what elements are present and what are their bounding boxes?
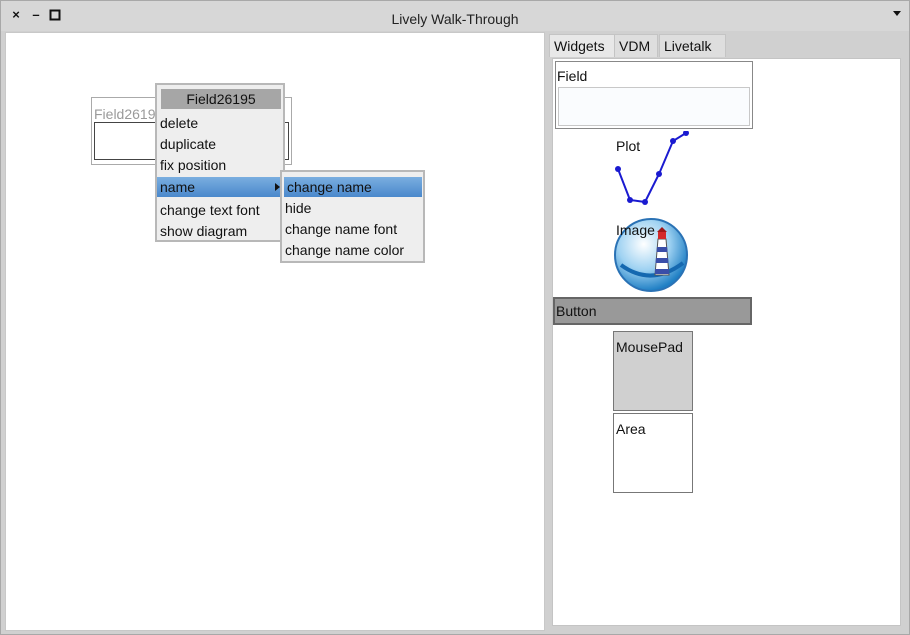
button-widget-label: Button — [556, 303, 597, 319]
menu-item-name[interactable]: name — [157, 177, 283, 197]
window-title: Lively Walk-Through — [391, 11, 519, 27]
field-widget[interactable]: Field — [555, 61, 753, 129]
plot-line-chart — [615, 131, 689, 205]
menu-item-hide[interactable]: hide — [282, 198, 423, 218]
menu-item-name-label: name — [160, 179, 196, 195]
plot-point — [670, 138, 676, 144]
tab-vdm[interactable]: VDM — [614, 34, 658, 57]
field-widget-label: Field — [557, 68, 588, 84]
tab-widgets[interactable]: Widgets — [549, 34, 615, 57]
menu-item-show-diagram[interactable]: show diagram — [157, 221, 283, 241]
world-canvas[interactable]: Field26195 Field26195 delete duplicate f… — [5, 32, 545, 631]
app-window: × – Lively Walk-Through Field26195 Field… — [0, 0, 910, 635]
area-widget-label: Area — [616, 421, 646, 437]
menu-item-change-name-color[interactable]: change name color — [282, 240, 423, 260]
menu-item-delete[interactable]: delete — [157, 113, 283, 133]
widget-panel: Widgets VDM Livetalk Field Plot Image Bu… — [547, 32, 905, 629]
field-widget-input — [558, 87, 750, 126]
image-widget[interactable]: Image — [613, 217, 693, 293]
area-widget[interactable]: Area — [613, 413, 693, 493]
plot-point — [642, 199, 648, 205]
context-menu-title: Field26195 — [161, 89, 281, 109]
context-menu: Field26195 delete duplicate fix position… — [155, 83, 285, 242]
plot-point — [615, 166, 621, 172]
menu-item-fix-position[interactable]: fix position — [157, 155, 283, 175]
menu-item-duplicate[interactable]: duplicate — [157, 134, 283, 154]
button-widget[interactable]: Button — [553, 297, 752, 325]
plot-point — [627, 197, 633, 203]
tab-livetalk[interactable]: Livetalk — [659, 34, 726, 57]
submenu: change name hide change name font change… — [280, 170, 425, 263]
title-bar[interactable]: × – Lively Walk-Through — [1, 1, 909, 31]
menu-item-change-name-font[interactable]: change name font — [282, 219, 423, 239]
chevron-down-icon[interactable] — [893, 11, 901, 16]
mousepad-widget-label: MousePad — [616, 339, 683, 355]
canvas-field-name: Field26195 — [94, 106, 164, 122]
plot-point — [656, 171, 662, 177]
image-widget-label: Image — [616, 222, 655, 238]
plot-widget[interactable]: Plot — [611, 131, 701, 211]
mousepad-widget[interactable]: MousePad — [613, 331, 693, 411]
menu-item-change-text-font[interactable]: change text font — [157, 200, 283, 220]
widget-palette: Field Plot Image Button MousePad Area — [552, 58, 901, 626]
menu-item-change-name[interactable]: change name — [284, 177, 422, 197]
